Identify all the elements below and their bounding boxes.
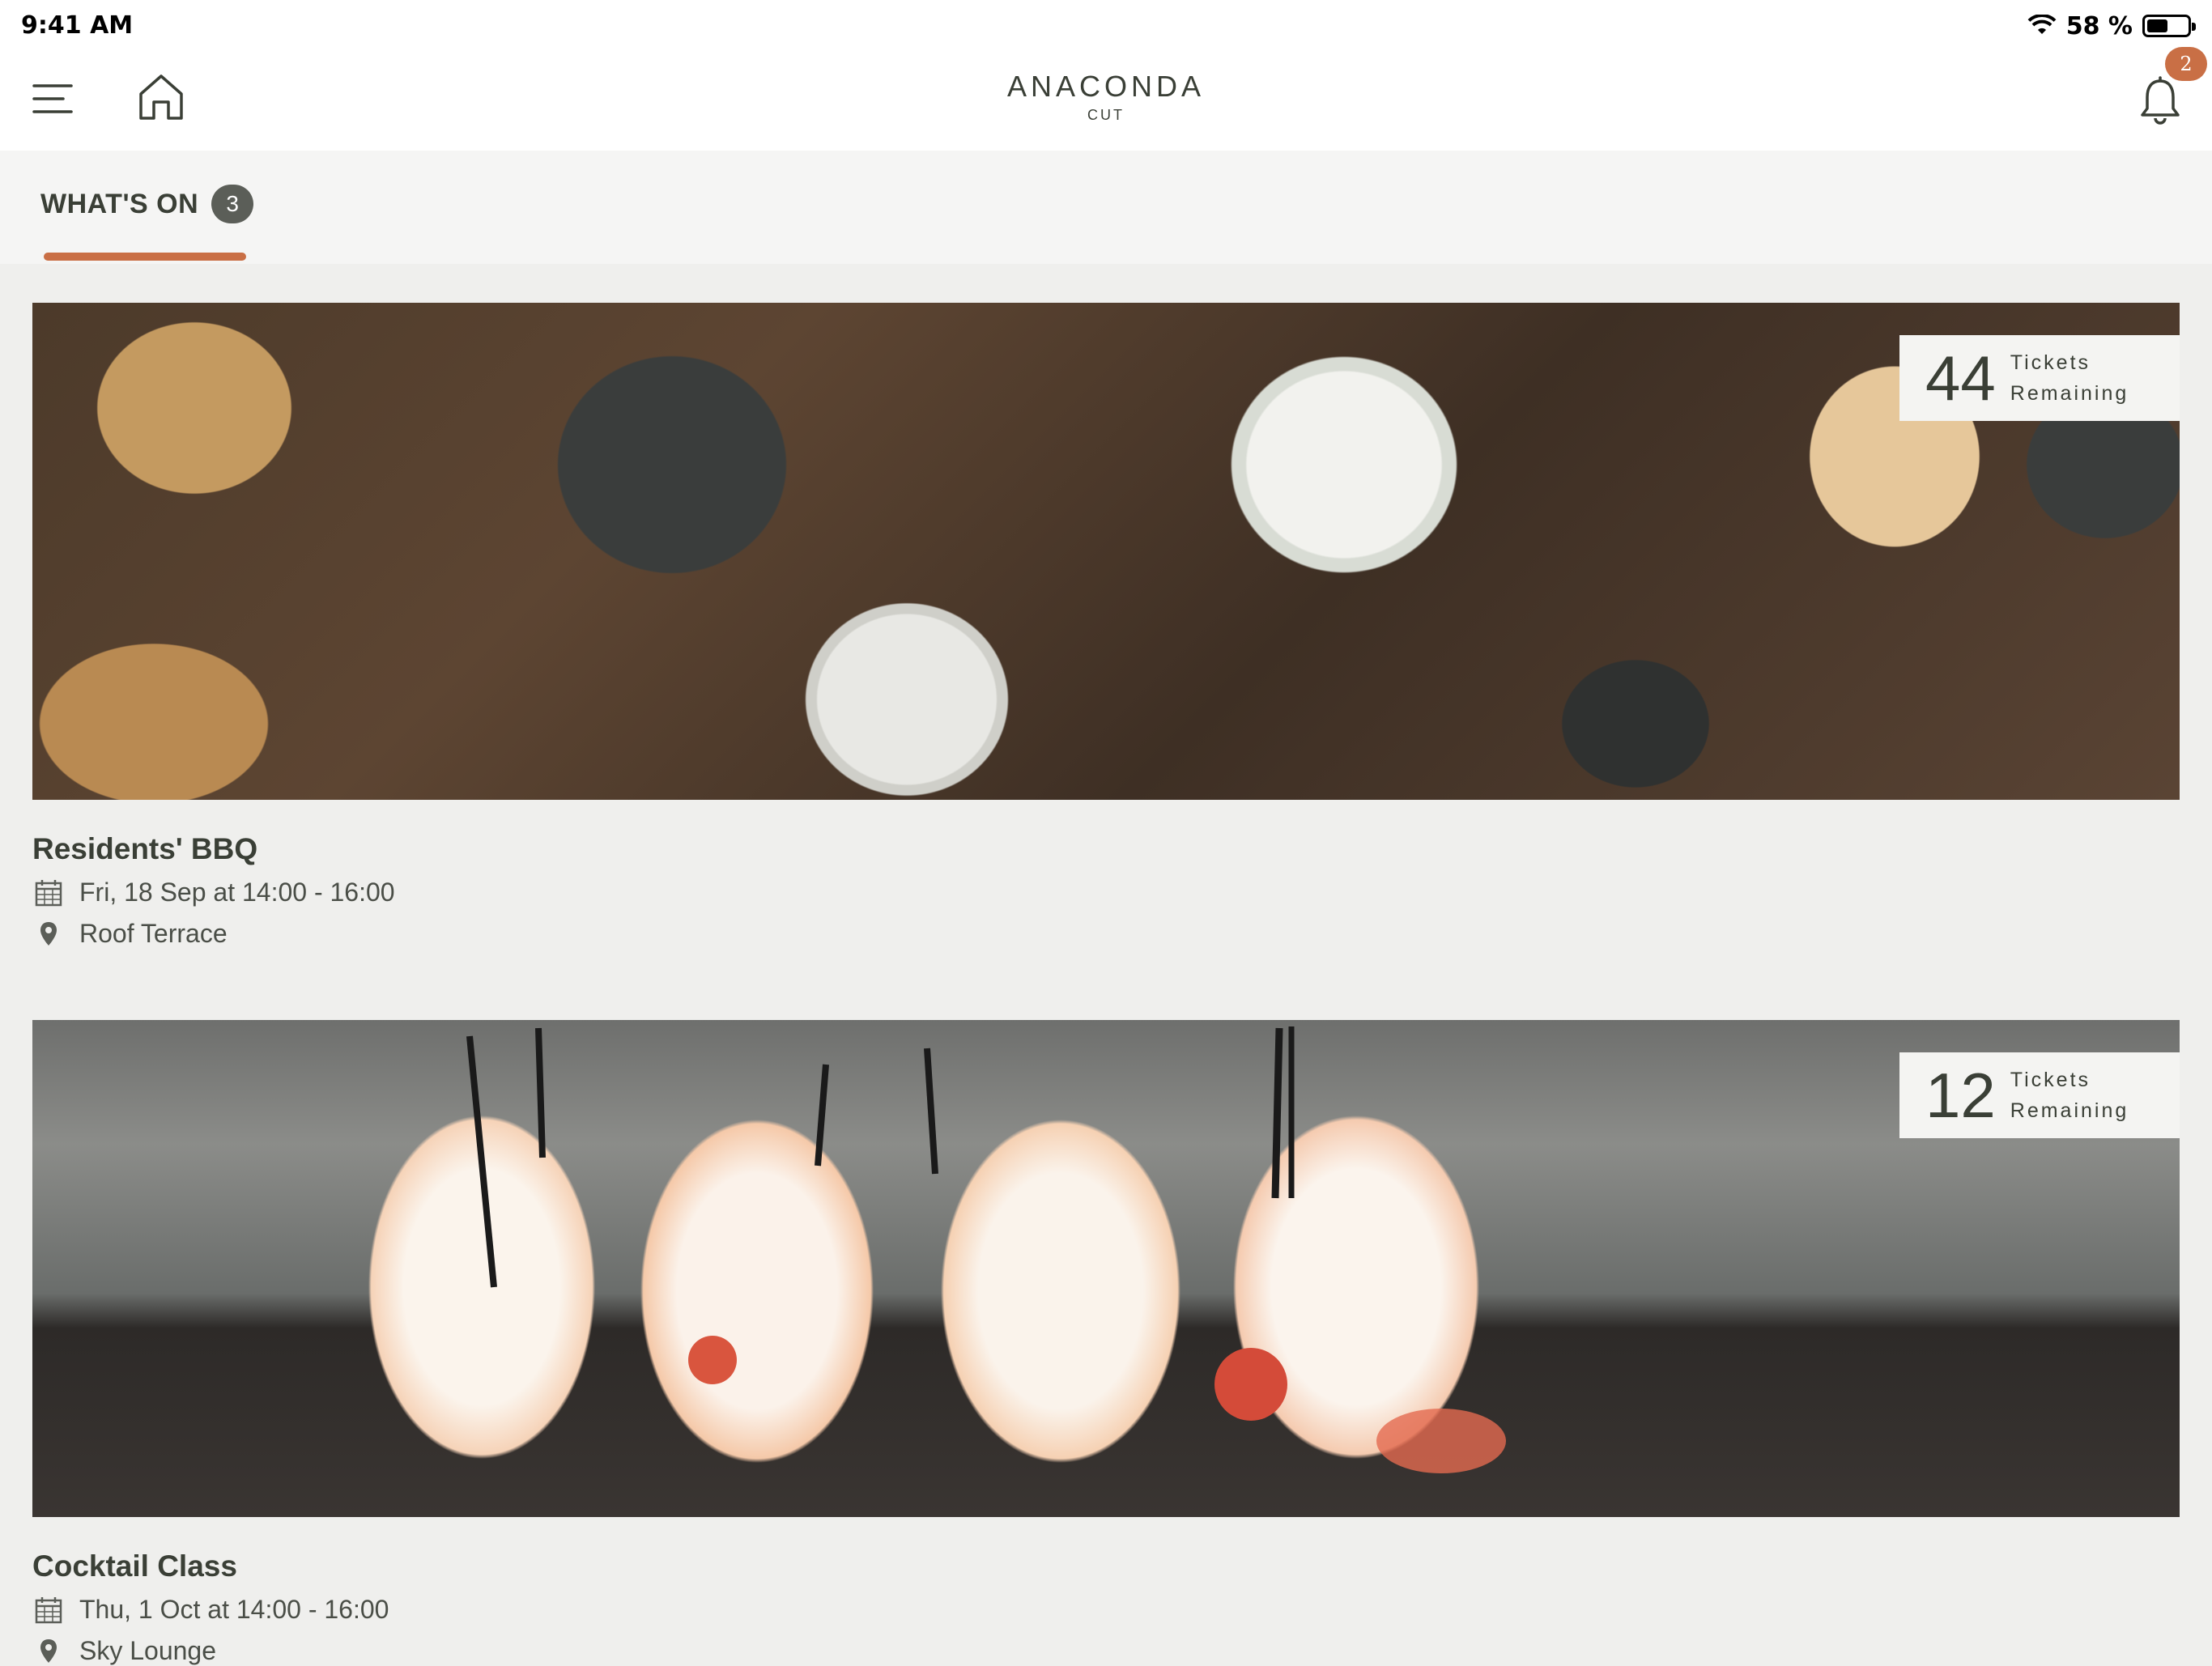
battery-fill [2147,19,2168,32]
tickets-label: Tickets Remaining [2010,1065,2129,1126]
event-location: Roof Terrace [79,919,228,948]
tab-bar: WHAT'S ON 3 [0,151,2212,264]
tickets-label-line-2: Remaining [2010,382,2129,405]
event-date: Fri, 18 Sep at 14:00 - 16:00 [79,878,395,907]
tab-count-badge: 3 [211,185,254,223]
tickets-label-line-1: Tickets [2010,1069,2091,1091]
brand-name: ANACONDA [1006,70,1206,103]
location-pin-icon [32,920,65,949]
tickets-label: Tickets Remaining [2010,347,2129,409]
event-image-bbq[interactable]: 44 Tickets Remaining [32,303,2180,800]
status-indicators: 58 % [2027,10,2196,42]
event-location: Sky Lounge [79,1636,217,1665]
tickets-count: 12 [1925,1060,1996,1131]
battery-icon [2142,15,2196,37]
tickets-label-line-1: Tickets [2010,351,2091,374]
event-date-row: Thu, 1 Oct at 14:00 - 16:00 [32,1595,2180,1625]
menu-icon [32,84,73,113]
tickets-count: 44 [1925,342,1996,414]
calendar-icon [32,878,65,907]
notification-badge[interactable]: 2 [2165,47,2207,81]
status-time: 9:41 AM [21,11,134,40]
calendar-icon [32,1596,65,1625]
tickets-label-line-2: Remaining [2010,1099,2129,1122]
cocktail-glasses-illustration [466,1026,1506,1473]
event-card[interactable]: 12 Tickets Remaining Cocktail Class Thu,… [32,1020,2180,1666]
tickets-remaining-badge: 12 Tickets Remaining [1899,1052,2180,1138]
event-location-row: Roof Terrace [32,919,2180,949]
tab-label: WHAT'S ON [40,188,199,219]
event-title[interactable]: Residents' BBQ [32,832,2180,866]
location-pin-icon [32,1637,65,1666]
brand-logo: ANACONDA CUT [944,70,1268,124]
wifi-icon [2027,15,2057,34]
tab-active-indicator [44,253,246,261]
tickets-remaining-badge: 44 Tickets Remaining [1899,335,2180,421]
menu-button[interactable] [31,76,76,121]
event-image-cocktail[interactable]: 12 Tickets Remaining [32,1020,2180,1517]
event-title[interactable]: Cocktail Class [32,1549,2180,1583]
home-button[interactable] [136,71,186,121]
brand-subtitle: CUT [1087,107,1125,123]
event-date-row: Fri, 18 Sep at 14:00 - 16:00 [32,878,2180,907]
event-location-row: Sky Lounge [32,1636,2180,1666]
navigation-bar: ANACONDA CUT [0,53,2212,151]
home-icon [139,74,183,120]
event-date: Thu, 1 Oct at 14:00 - 16:00 [79,1595,389,1624]
tab-whats-on[interactable]: WHAT'S ON 3 [40,185,254,223]
status-bar: 9:41 AM 58 % [0,0,2212,53]
event-card[interactable]: 44 Tickets Remaining Residents' BBQ Fri,… [32,303,2180,949]
notifications-button[interactable] [2134,74,2186,126]
battery-percent: 58 % [2065,11,2133,40]
bell-icon [2141,76,2180,125]
